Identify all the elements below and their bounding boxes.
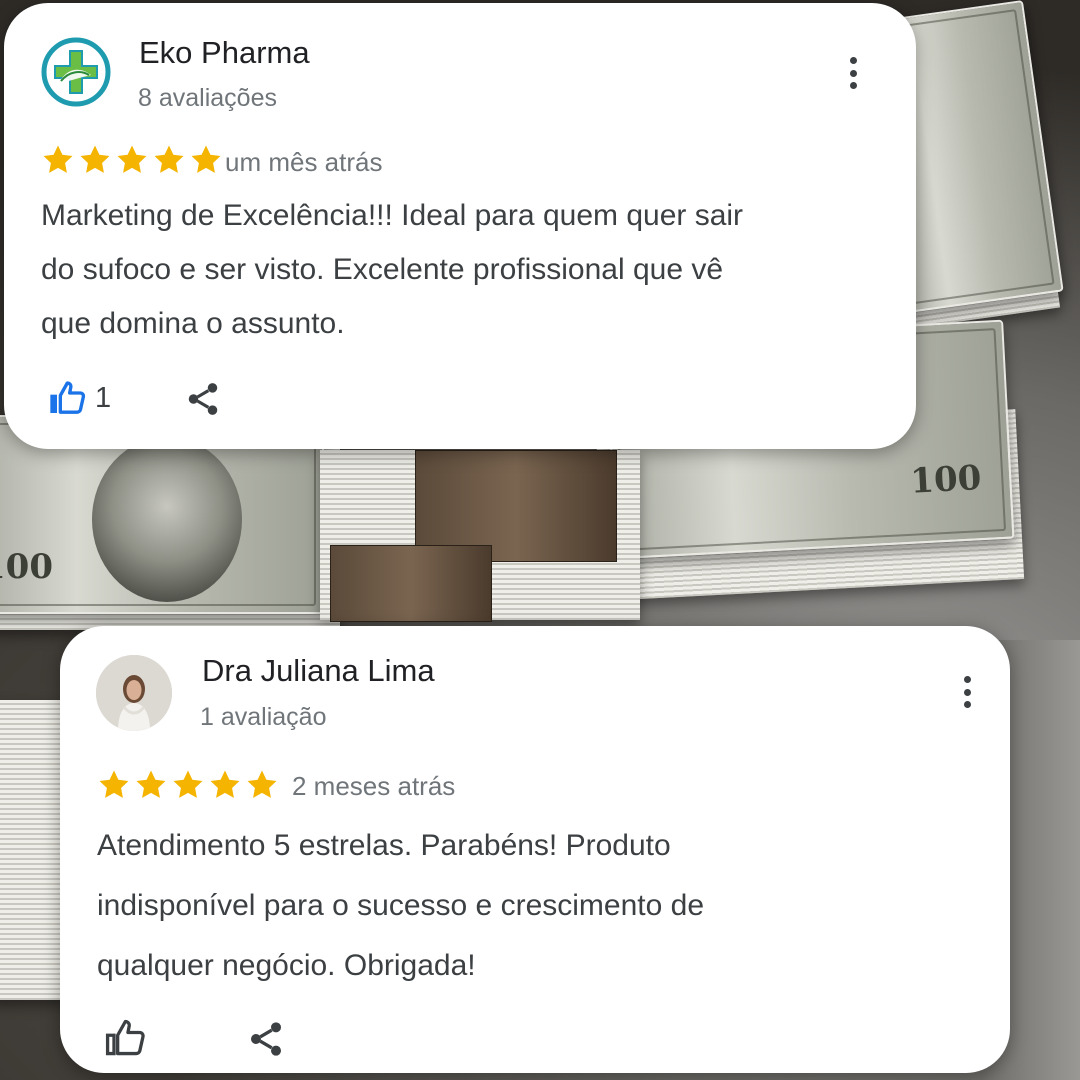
review-time: 2 meses atrás	[292, 771, 456, 801]
share-button[interactable]	[184, 380, 222, 423]
pharmacy-cross-logo-icon	[41, 37, 111, 107]
star-icon	[247, 770, 277, 798]
review-text: Marketing de Excelência!!! Ideal para qu…	[41, 189, 743, 351]
star-icon	[210, 770, 240, 798]
review-card: Eko Pharma 8 avaliações um mês atrás Mar…	[4, 3, 916, 449]
reviewer-name[interactable]: Eko Pharma	[139, 35, 310, 71]
star-icon	[99, 770, 129, 798]
review-text-line: do sufoco e ser visto. Excelente profiss…	[41, 253, 724, 286]
review-card: Dra Juliana Lima 1 avaliação 2 meses atr…	[60, 626, 1010, 1073]
reviewer-review-count: 1 avaliação	[200, 703, 327, 731]
like-count: 1	[95, 381, 112, 414]
star-rating	[40, 143, 224, 177]
reviewer-name[interactable]: Dra Juliana Lima	[202, 653, 435, 689]
star-icon	[80, 145, 110, 173]
star-icon	[117, 145, 147, 173]
share-icon	[251, 1022, 281, 1056]
like-button[interactable]	[103, 1016, 155, 1060]
reviewer-review-count: 8 avaliações	[138, 84, 277, 112]
review-text-line: qualquer negócio. Obrigada!	[97, 949, 476, 982]
review-text-line: indisponível para o sucesso e cresciment…	[97, 889, 705, 922]
review-text-line: Marketing de Excelência!!! Ideal para qu…	[41, 199, 744, 232]
reviewer-avatar-logo[interactable]	[41, 37, 111, 107]
more-options-icon[interactable]	[841, 53, 865, 93]
more-options-icon[interactable]	[955, 672, 979, 712]
star-icon	[154, 145, 184, 173]
thumbs-up-icon	[50, 381, 86, 414]
star-icon	[173, 770, 203, 798]
share-button[interactable]	[246, 1019, 286, 1064]
star-rating	[96, 768, 280, 802]
thumbs-up-icon	[105, 1019, 145, 1056]
review-time: um mês atrás	[225, 147, 383, 177]
share-icon	[188, 383, 218, 415]
reviewer-avatar-photo[interactable]	[96, 655, 172, 731]
star-icon	[136, 770, 166, 798]
person-photo-icon	[96, 655, 172, 731]
review-text-line: que domina o assunto.	[41, 307, 345, 340]
review-text-line: Atendimento 5 estrelas. Parabéns! Produt…	[97, 829, 671, 862]
like-button[interactable]: 1	[47, 378, 111, 418]
star-icon	[43, 145, 73, 173]
star-icon	[191, 145, 221, 173]
review-text: Atendimento 5 estrelas. Parabéns! Produt…	[97, 816, 704, 996]
